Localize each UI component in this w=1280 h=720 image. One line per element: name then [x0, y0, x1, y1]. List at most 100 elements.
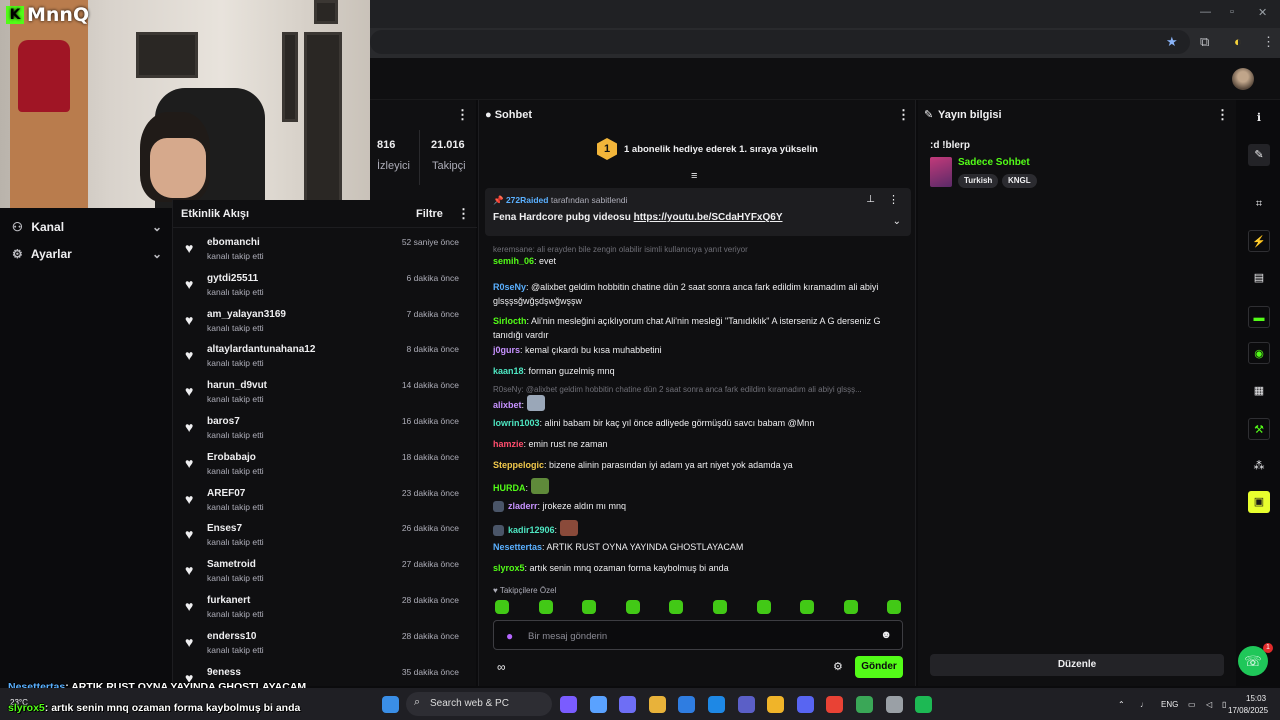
- chat-icon[interactable]: ▬: [1248, 306, 1270, 328]
- chat-username[interactable]: semih_06: [493, 256, 534, 266]
- emote-icon[interactable]: [843, 600, 858, 614]
- maximize-icon[interactable]: ▫: [1230, 6, 1234, 18]
- teams-work-icon[interactable]: [708, 696, 725, 713]
- chat-username[interactable]: kaan18: [493, 366, 524, 376]
- chat-username[interactable]: kadir12906: [508, 525, 555, 535]
- list-item[interactable]: ♥ Erobabajo kanalı takip etti 18 dakika önc…: [185, 452, 469, 486]
- chat-username[interactable]: Sirlocth: [493, 316, 527, 326]
- lightning-icon[interactable]: ⚡: [1248, 230, 1270, 252]
- tag[interactable]: Turkish: [958, 174, 999, 188]
- folder-icon[interactable]: [737, 696, 755, 713]
- nav-item-settings[interactable]: ⚙ Ayarlar ⌄: [12, 247, 162, 267]
- layout-icon[interactable]: ▦: [1248, 380, 1270, 402]
- store-icon[interactable]: [619, 696, 637, 713]
- emoji-icon[interactable]: ☻: [880, 629, 892, 641]
- chat-username[interactable]: zladerr: [508, 501, 538, 511]
- clapper-icon[interactable]: ▣: [1248, 491, 1270, 513]
- extensions-icon[interactable]: ⧉: [1200, 34, 1209, 50]
- chat-username[interactable]: HURDA: [493, 483, 526, 493]
- app-icon[interactable]: [915, 696, 933, 713]
- list-item[interactable]: ♥ baros7 kanalı takip etti 16 dakika önce: [185, 416, 469, 450]
- list-item[interactable]: ♥ altaylardantunahana12 kanalı takip etti 8…: [185, 344, 469, 378]
- list-item[interactable]: ♥ gytdi25511 kanalı takip etti 6 dakika önc…: [185, 273, 469, 307]
- network-icon[interactable]: ▭: [1188, 700, 1196, 709]
- emote-icon[interactable]: [669, 600, 684, 614]
- list-item[interactable]: ♥ ebomanchi kanalı takip etti 52 saniye önc…: [185, 237, 469, 271]
- discord-icon[interactable]: [767, 696, 785, 713]
- copilot-icon[interactable]: [560, 696, 577, 713]
- volume-icon[interactable]: ◁: [1206, 700, 1212, 709]
- document-icon[interactable]: ▤: [1248, 267, 1270, 289]
- nav-item-channel[interactable]: ⚇ Kanal ⌄: [12, 220, 162, 240]
- collapse-icon[interactable]: ≡: [691, 170, 697, 182]
- bookmark-star-icon[interactable]: ★: [1166, 34, 1178, 50]
- list-item[interactable]: ♥ am_yalayan3169 kanalı takip etti 7 dakika…: [185, 309, 469, 343]
- list-item[interactable]: ♥ harun_d9vut kanalı takip etti 14 dakika ö…: [185, 380, 469, 414]
- spotify-icon[interactable]: [885, 696, 903, 713]
- info-icon[interactable]: ℹ: [1248, 107, 1270, 129]
- chat-username[interactable]: Nesettertas: [493, 542, 542, 552]
- emote-icon[interactable]: [887, 600, 902, 614]
- chat-menu-icon[interactable]: ⋮: [897, 107, 910, 123]
- profile-icon[interactable]: ◐: [1234, 34, 1242, 49]
- tool-icon[interactable]: ⚒: [1248, 418, 1270, 440]
- chat-username[interactable]: slyrox5: [493, 563, 525, 573]
- chat-username[interactable]: alixbet: [493, 400, 522, 410]
- stats-menu-icon[interactable]: ⋮: [456, 107, 469, 123]
- list-item[interactable]: ♥ AREF07 kanalı takip etti 23 dakika önce: [185, 488, 469, 522]
- microphone-icon[interactable]: ♩: [1140, 700, 1148, 709]
- pinned-menu-icon[interactable]: ⋮: [888, 193, 899, 206]
- minimize-icon[interactable]: —: [1200, 6, 1211, 18]
- emote-icon[interactable]: [582, 600, 597, 614]
- chevron-down-icon[interactable]: ⌄: [893, 216, 901, 227]
- emote-icon[interactable]: [625, 600, 640, 614]
- list-item[interactable]: ♥ furkanert kanalı takip etti 28 dakika önc…: [185, 595, 469, 629]
- sub-goal-banner[interactable]: 1 1 abonelik hediye ederek 1. sıraya yük…: [479, 132, 917, 166]
- mic-icon[interactable]: ●: [506, 629, 513, 643]
- pinned-link[interactable]: https://youtu.be/SCdaHYFxQ6Y: [634, 212, 783, 223]
- filter-button[interactable]: Filtre: [416, 208, 443, 220]
- emote-icon[interactable]: [495, 600, 509, 614]
- chat-username[interactable]: hamzie: [493, 439, 524, 449]
- battery-icon[interactable]: ▯: [1222, 700, 1226, 709]
- emote-icon[interactable]: [713, 600, 727, 614]
- chat-username[interactable]: Steppelogic: [493, 460, 544, 470]
- activity-menu-icon[interactable]: ⋮: [457, 206, 470, 222]
- infinity-icon[interactable]: ∞: [497, 660, 506, 674]
- avatar[interactable]: [1232, 68, 1254, 90]
- tag[interactable]: KNGL: [1002, 174, 1037, 188]
- chrome-icon[interactable]: [796, 696, 814, 713]
- broadcast-icon[interactable]: ◉: [1248, 342, 1270, 364]
- chat-username[interactable]: j0gurs: [493, 345, 520, 355]
- chat-settings-icon[interactable]: ⚙: [833, 660, 843, 673]
- close-icon[interactable]: ✕: [1258, 6, 1267, 19]
- list-item[interactable]: ♥ Enses7 kanalı takip etti 26 dakika önce: [185, 523, 469, 557]
- taskbar-search[interactable]: ⌕ Search web & PC: [406, 692, 552, 716]
- pinned-message[interactable]: 📌 272Raided tarafından sabitlendi ⊥ ⋮ Fe…: [485, 188, 911, 236]
- outlook-icon[interactable]: [648, 696, 666, 713]
- list-item[interactable]: ♥ Sametroid kanalı takip etti 27 dakika önc…: [185, 559, 469, 593]
- windows-start-icon[interactable]: [382, 696, 399, 713]
- teams-icon[interactable]: [589, 696, 607, 713]
- chevron-up-icon[interactable]: ⌃: [1118, 700, 1125, 709]
- emote-icon[interactable]: [756, 600, 771, 614]
- nodes-icon[interactable]: ⁂: [1248, 455, 1270, 477]
- emote-icon[interactable]: [800, 600, 815, 614]
- emote-icon[interactable]: [538, 600, 553, 614]
- list-item[interactable]: ♥ enderss10 kanalı takip etti 28 dakika önc…: [185, 631, 469, 665]
- chat-username[interactable]: lowrin1003: [493, 418, 540, 428]
- obs-icon[interactable]: [856, 696, 873, 713]
- crop-icon[interactable]: ⌗: [1248, 193, 1270, 215]
- address-bar[interactable]: [370, 30, 1190, 54]
- category-name[interactable]: Sadece Sohbet: [958, 157, 1030, 168]
- info-menu-icon[interactable]: ⋮: [1216, 107, 1229, 123]
- edge-icon[interactable]: [678, 696, 696, 713]
- language-indicator[interactable]: ENG: [1161, 700, 1178, 709]
- chat-input[interactable]: ● Bir mesaj gönderin ☻: [493, 620, 903, 650]
- chat-username[interactable]: R0seNy: [493, 282, 526, 292]
- pencil-icon[interactable]: ✎: [1248, 144, 1270, 166]
- edit-button[interactable]: Düzenle: [930, 654, 1224, 676]
- browser-menu-icon[interactable]: ⋮: [1262, 34, 1275, 50]
- minecraft-icon[interactable]: [826, 696, 844, 713]
- unpin-icon[interactable]: ⊥: [866, 194, 875, 205]
